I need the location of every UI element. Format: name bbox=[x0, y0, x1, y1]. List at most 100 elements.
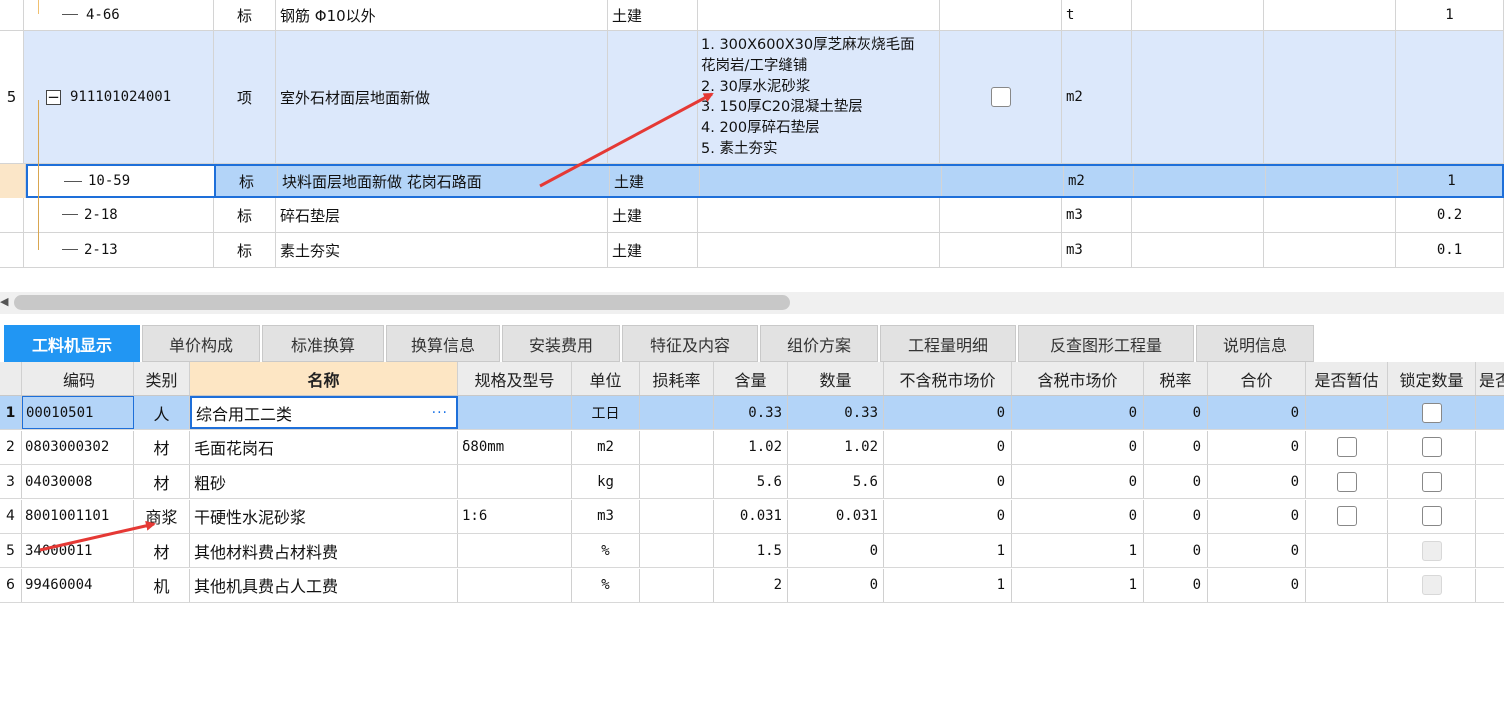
row-features[interactable] bbox=[698, 0, 940, 30]
header-name[interactable]: 名称 bbox=[190, 362, 458, 395]
resource-price-inc-tax[interactable]: 0 bbox=[1012, 430, 1144, 464]
checkbox[interactable] bbox=[990, 87, 1011, 107]
resource-spec[interactable]: 1:6 bbox=[458, 499, 572, 533]
resource-price-inc-tax[interactable]: 0 bbox=[1012, 499, 1144, 533]
resource-spec[interactable] bbox=[458, 568, 572, 602]
row-features[interactable] bbox=[698, 198, 940, 232]
lock-quantity-cell[interactable] bbox=[1388, 499, 1476, 533]
resource-quantity[interactable]: 1.02 bbox=[788, 430, 884, 464]
table-row[interactable]: 4 8001001101 商浆 干硬性水泥砂浆 1:6 m3 0.031 0.031 0 0 0 0 bbox=[0, 499, 1504, 534]
provisional-checkbox[interactable] bbox=[1336, 471, 1357, 492]
row-check-cell[interactable] bbox=[940, 31, 1062, 163]
row-code-cell[interactable]: 2-18 bbox=[24, 198, 214, 232]
table-row[interactable]: 6 99460004 机其他机具费占人工费% 2 0 1 1 0 0 bbox=[0, 568, 1504, 603]
resource-name[interactable]: 粗砂 bbox=[190, 465, 458, 498]
resource-spec[interactable] bbox=[458, 465, 572, 498]
tab-unit-price-composition[interactable]: 单价构成 bbox=[142, 325, 260, 362]
table-row[interactable]: 5 34000011 材其他材料费占材料费% 1.5 0 1 1 0 0 bbox=[0, 534, 1504, 568]
resource-name[interactable]: 干硬性水泥砂浆 bbox=[190, 499, 458, 533]
resource-tax-rate[interactable]: 0 bbox=[1144, 430, 1208, 464]
header-more[interactable]: 是否 bbox=[1476, 362, 1504, 395]
row-features[interactable] bbox=[700, 166, 942, 196]
resource-code[interactable]: 00010501 bbox=[22, 396, 134, 429]
resource-quantity[interactable]: 0.33 bbox=[788, 396, 884, 429]
header-code[interactable]: 编码 bbox=[22, 362, 134, 395]
header-unit[interactable]: 单位 bbox=[572, 362, 640, 395]
table-row[interactable]: 3 04030008 材粗砂 kg 5.6 5.6 0 0 0 0 bbox=[0, 465, 1504, 499]
row-name[interactable]: 素土夯实 bbox=[276, 233, 608, 267]
tab-pricing-scheme[interactable]: 组价方案 bbox=[760, 325, 878, 362]
row-quantity[interactable]: 1 bbox=[1398, 166, 1504, 196]
provisional-checkbox[interactable] bbox=[1336, 506, 1357, 526]
resource-content[interactable]: 1.02 bbox=[714, 430, 788, 464]
resource-loss-rate[interactable] bbox=[640, 568, 714, 602]
resource-quantity[interactable]: 0 bbox=[788, 568, 884, 602]
row-code-cell[interactable]: − 911101024001 bbox=[24, 31, 214, 163]
lock-quantity-cell[interactable] bbox=[1388, 396, 1476, 429]
lock-quantity-cell[interactable] bbox=[1388, 465, 1476, 498]
tab-installation-fees[interactable]: 安装费用 bbox=[502, 325, 620, 362]
lock-quantity-checkbox[interactable] bbox=[1421, 437, 1442, 457]
row-quantity[interactable]: 1 bbox=[1396, 0, 1504, 30]
resource-tax-rate[interactable]: 0 bbox=[1144, 465, 1208, 498]
resource-tax-rate[interactable]: 0 bbox=[1144, 396, 1208, 429]
resource-code[interactable]: 04030008 bbox=[22, 465, 134, 498]
row-quantity[interactable] bbox=[1396, 31, 1504, 163]
resource-price-inc-tax[interactable]: 1 bbox=[1012, 568, 1144, 602]
tree-row[interactable]: 4-66 标 钢筋 Φ10以外 土建 t 1 bbox=[0, 0, 1504, 31]
tree-row[interactable]: 2-18 标 碎石垫层 土建 m3 0.2 bbox=[0, 198, 1504, 233]
row-name[interactable]: 块料面层地面新做 花岗石路面 bbox=[278, 166, 610, 196]
row-name[interactable]: 室外石材面层地面新做 bbox=[276, 31, 608, 163]
resource-spec[interactable]: δ80mm bbox=[458, 430, 572, 464]
header-content[interactable]: 含量 bbox=[714, 362, 788, 395]
provisional-cell[interactable] bbox=[1306, 396, 1388, 429]
resource-loss-rate[interactable] bbox=[640, 396, 714, 429]
provisional-cell[interactable] bbox=[1306, 499, 1388, 533]
ellipsis-icon[interactable]: ··· bbox=[432, 405, 448, 421]
resource-loss-rate[interactable] bbox=[640, 499, 714, 533]
lock-quantity-checkbox[interactable] bbox=[1421, 506, 1442, 526]
resource-name[interactable]: 其他材料费占材料费 bbox=[190, 534, 458, 567]
scroll-left-arrow-icon[interactable]: ◀ bbox=[0, 295, 8, 308]
tree-row-selected[interactable]: 10-59 标 块料面层地面新做 花岗石路面 土建 m2 1 bbox=[0, 164, 1504, 198]
resource-loss-rate[interactable] bbox=[640, 534, 714, 567]
header-spec[interactable]: 规格及型号 bbox=[458, 362, 572, 395]
lock-quantity-checkbox[interactable] bbox=[1421, 471, 1442, 492]
resource-content[interactable]: 0.33 bbox=[714, 396, 788, 429]
row-code-cell[interactable]: 10-59 bbox=[26, 164, 216, 198]
resource-spec[interactable] bbox=[458, 534, 572, 567]
resource-price-ex-tax[interactable]: 0 bbox=[884, 396, 1012, 429]
resource-code[interactable]: 0803000302 bbox=[22, 430, 134, 464]
lock-quantity-cell[interactable] bbox=[1388, 568, 1476, 602]
resource-quantity[interactable]: 0 bbox=[788, 534, 884, 567]
tree-row-item[interactable]: 5 − 911101024001 项 室外石材面层地面新做 1. 300X600… bbox=[0, 31, 1504, 164]
resource-code[interactable]: 34000011 bbox=[22, 534, 134, 567]
row-code-cell[interactable]: 4-66 bbox=[24, 0, 214, 30]
table-row[interactable]: 2 0803000302 材毛面花岗石 δ80mm m2 1.02 1.02 0 0 0 0 bbox=[0, 430, 1504, 465]
resource-code[interactable]: 8001001101 bbox=[22, 499, 134, 533]
minus-box-icon[interactable]: − bbox=[46, 90, 61, 105]
row-features[interactable]: 1. 300X600X30厚芝麻灰烧毛面 花岗岩/工字缝铺 2. 30厚水泥砂浆… bbox=[698, 31, 940, 163]
header-quantity[interactable]: 数量 bbox=[788, 362, 884, 395]
tab-features-content[interactable]: 特征及内容 bbox=[622, 325, 758, 362]
lock-quantity-checkbox[interactable] bbox=[1421, 402, 1442, 423]
lock-quantity-cell[interactable] bbox=[1388, 430, 1476, 464]
resource-tax-rate[interactable]: 0 bbox=[1144, 499, 1208, 533]
resource-tax-rate[interactable]: 0 bbox=[1144, 568, 1208, 602]
table-row[interactable]: 1 00010501 人综合用工二类 ··· 工日 0.33 0.33 0 0 0 0 bbox=[0, 396, 1504, 430]
tab-standard-conversion[interactable]: 标准换算 bbox=[262, 325, 384, 362]
resource-name[interactable]: 综合用工二类 ··· bbox=[190, 396, 458, 429]
resource-price-ex-tax[interactable]: 0 bbox=[884, 430, 1012, 464]
lock-quantity-cell[interactable] bbox=[1388, 534, 1476, 567]
row-quantity[interactable]: 0.1 bbox=[1396, 233, 1504, 267]
header-loss-rate[interactable]: 损耗率 bbox=[640, 362, 714, 395]
row-name[interactable]: 碎石垫层 bbox=[276, 198, 608, 232]
resource-name[interactable]: 毛面花岗石 bbox=[190, 430, 458, 464]
header-price-ex-tax[interactable]: 不含税市场价 bbox=[884, 362, 1012, 395]
resource-price-ex-tax[interactable]: 0 bbox=[884, 465, 1012, 498]
provisional-cell[interactable] bbox=[1306, 430, 1388, 464]
resource-content[interactable]: 1.5 bbox=[714, 534, 788, 567]
resource-price-ex-tax[interactable]: 0 bbox=[884, 499, 1012, 533]
resource-content[interactable]: 5.6 bbox=[714, 465, 788, 498]
row-code-cell[interactable]: 2-13 bbox=[24, 233, 214, 267]
